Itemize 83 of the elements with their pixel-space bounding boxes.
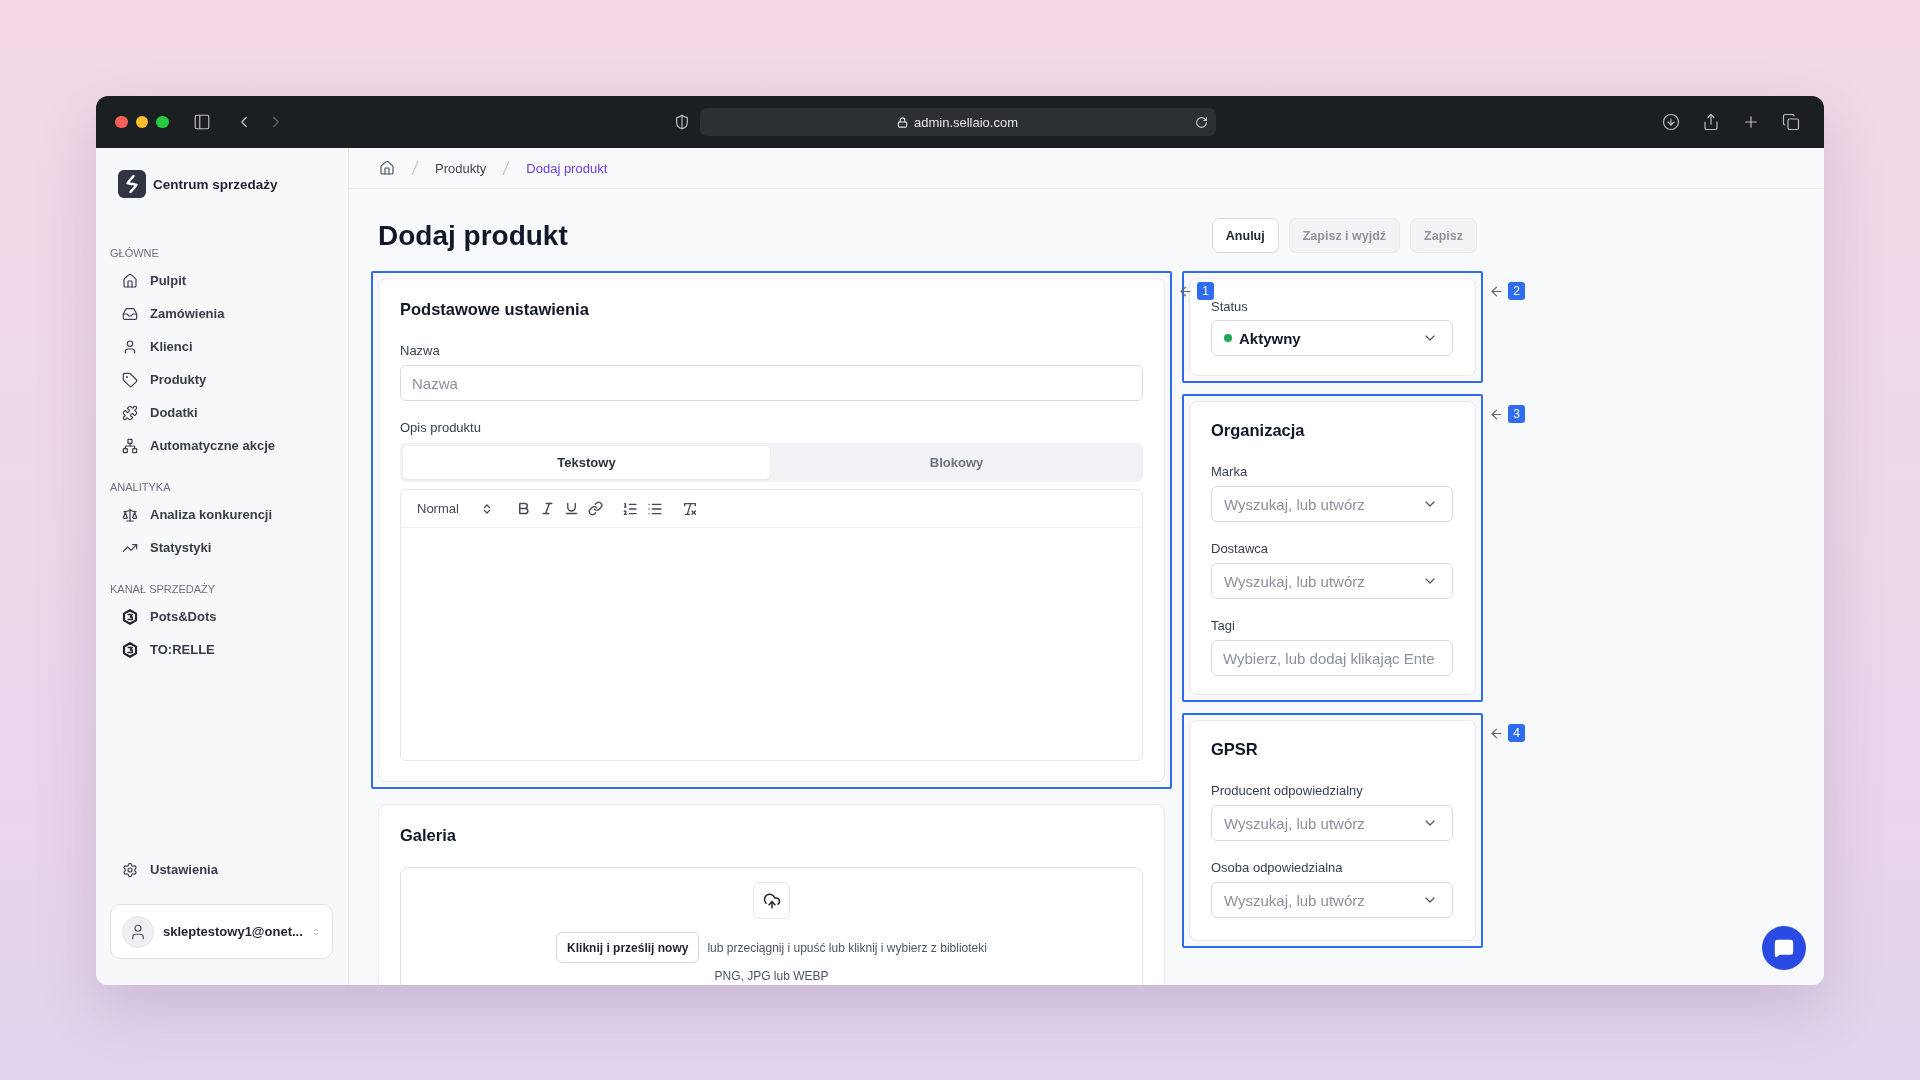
callout-number: 4 [1508,724,1525,742]
sidebar-item[interactable]: Statystyki [110,531,333,564]
breadcrumb-link[interactable]: Dodaj produkt [526,160,608,176]
sidebar-item[interactable]: Klienci [110,330,333,363]
new-tab-icon[interactable] [1742,113,1760,131]
home-icon[interactable] [379,160,395,176]
chevrons-up-down-icon [481,502,493,515]
field-label: Status [1211,298,1248,316]
section-label: GŁÓWNE [110,246,159,260]
window-minimize-icon[interactable] [135,115,148,129]
status-select[interactable]: Aktywny [1211,320,1453,356]
field-label: Marka [1211,463,1248,481]
tag-icon [122,371,138,388]
reload-icon[interactable] [1194,115,1208,129]
callout-number: 3 [1508,405,1525,423]
share-icon[interactable] [1702,113,1720,131]
upload-hint: lub przeciągnij i upuść lub kliknij i wybierz z biblioteki [707,940,987,955]
sidebar-item[interactable]: Produkty [110,363,333,396]
tabs-overview-icon[interactable] [1782,113,1800,131]
action-button[interactable]: Anuluj [1211,218,1279,253]
sidebar-toggle-icon[interactable] [192,113,211,131]
window-close-icon[interactable] [115,115,128,129]
sidebar-item[interactable]: Analiza konkurencji [110,498,333,531]
sidebar-item[interactable]: Automatyczne akcje [110,429,333,462]
shield-icon[interactable] [673,114,690,130]
field-label: Tagi [1211,617,1235,635]
sidebar-item[interactable]: TO:RELLE [110,633,333,666]
sidebar-item[interactable]: Ustawienia [110,853,333,886]
bold-icon[interactable] [516,501,531,516]
hexagon-logo-icon [122,608,138,625]
card-title: Podstawowe ustawienia [400,299,589,319]
section-label: ANALITYKA [110,480,171,494]
tab[interactable]: Blokowy [773,446,1140,479]
sidebar-item[interactable]: Zamówienia [110,297,333,330]
input-field[interactable]: Wybierz, lub dodaj klikając Ente [1211,640,1453,676]
callout-number: 1 [1197,282,1214,300]
field-label: Producent odpowiedzialny [1211,782,1363,800]
settings-icon [122,861,138,878]
puzzle-icon [122,404,138,421]
breadcrumb-link[interactable]: Produkty [435,160,487,176]
field-label: Dostawca [1211,540,1269,558]
slash-icon [411,160,419,176]
card-title: GPSR [1211,739,1258,759]
account-switcher[interactable]: skleptestowy1@onet... [110,904,333,959]
brand-name: Centrum sprzedaży [153,176,278,192]
section-label: KANAŁ SPRZEDAŻY [110,582,216,596]
upload-dropzone[interactable]: Kliknij i prześlij nowy lub przeciągnij i upuść lub kliknij i wybierz z biblioteki PNG, JPG lub WEBP [400,867,1143,985]
upload-button[interactable]: Kliknij i prześlij nowy [556,932,700,963]
window-zoom-icon[interactable] [156,115,169,129]
download-icon[interactable] [1662,113,1680,131]
scale-icon [122,506,138,523]
tab[interactable]: Tekstowy [403,446,770,479]
field-label: Opis produktu [400,419,481,437]
lock-icon [896,116,908,128]
card-title: Galeria [400,825,456,845]
avatar-icon [122,915,154,948]
sidebar-item[interactable]: Pots&Dots [110,600,333,633]
slash-icon [502,160,511,176]
hexagon-logo-icon [122,641,138,658]
underline-icon[interactable] [564,501,579,516]
page-title: Dodaj produkt [378,219,568,252]
link-icon[interactable] [588,501,603,516]
user-icon [122,338,138,355]
address-bar[interactable]: admin.sellaio.com [699,108,1216,136]
logo-icon [118,170,146,198]
ordered-list-icon[interactable] [622,500,638,517]
sidebar-item[interactable]: Dodatki [110,396,333,429]
text-editor[interactable]: Normal [400,489,1143,761]
clear-format-icon[interactable] [682,500,698,517]
inbox-icon [122,305,138,322]
italic-icon[interactable] [540,501,555,516]
field-label: Nazwa [400,342,440,360]
sitemap-icon [122,437,138,454]
input-field[interactable]: Nazwa [400,365,1143,401]
card-title: Organizacja [1211,420,1305,440]
field-label: Osoba odpowiedzialna [1211,859,1343,877]
file-formats-text: PNG, JPG lub WEBP [714,969,829,983]
format-select[interactable]: Normal [413,495,497,522]
sidebar-item[interactable]: Pulpit [110,264,333,297]
home-icon [122,272,138,289]
upload-icon [753,882,790,919]
chat-icon [1774,938,1794,958]
callout-number: 2 [1508,282,1525,300]
